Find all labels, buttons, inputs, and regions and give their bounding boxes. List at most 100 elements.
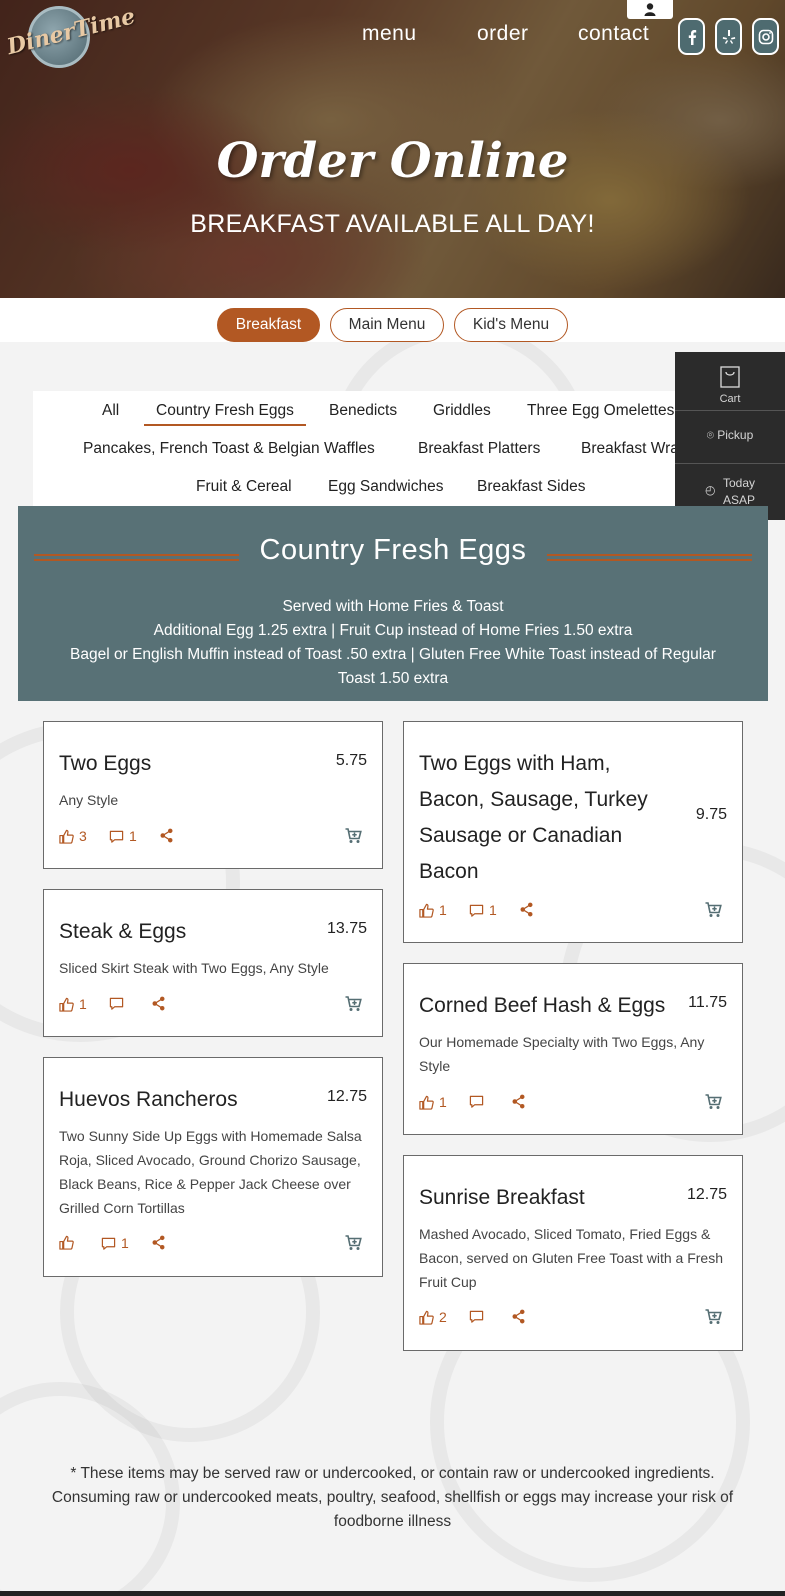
thumbs-up-icon — [59, 829, 74, 844]
menu-item-card[interactable]: Sunrise Breakfast 12.75 Mashed Avocado, … — [403, 1155, 743, 1351]
instagram-link[interactable] — [752, 18, 779, 55]
menu-item-card[interactable]: Huevos Rancheros 12.75 Two Sunny Side Up… — [43, 1057, 383, 1277]
category-all[interactable]: All — [102, 402, 119, 420]
like-button[interactable]: 1 — [59, 996, 87, 1012]
item-actions: 3 1 — [59, 828, 367, 848]
add-to-cart-icon — [705, 902, 722, 917]
thumbs-up-icon — [59, 997, 74, 1012]
time-button[interactable]: ◴ Today ASAP — [675, 476, 785, 507]
comment-icon — [109, 830, 124, 843]
comment-button[interactable] — [469, 1094, 489, 1109]
comment-button[interactable] — [469, 1309, 489, 1324]
comment-button[interactable]: 1 — [109, 828, 137, 844]
nav-contact-link[interactable]: contact — [578, 22, 649, 46]
share-button[interactable] — [511, 1309, 526, 1324]
shopping-bag-icon — [720, 366, 740, 388]
menu-type-breakfast[interactable]: Breakfast — [217, 308, 320, 342]
section-title: Country Fresh Eggs — [259, 534, 527, 566]
item-actions: 1 — [419, 1094, 727, 1114]
item-description: Our Homemade Specialty with Two Eggs, An… — [419, 1034, 705, 1074]
order-sidebar: Cart ⌾ Pickup ◴ Today ASAP — [675, 352, 785, 520]
add-to-cart-button[interactable] — [705, 1309, 722, 1330]
item-description: Mashed Avocado, Sliced Tomato, Fried Egg… — [419, 1226, 724, 1290]
item-name: Two Eggs with Ham, Bacon, Sausage, Turke… — [419, 752, 648, 883]
category-three-egg-omelettes[interactable]: Three Egg Omelettes — [527, 402, 674, 420]
add-to-cart-button[interactable] — [705, 902, 722, 923]
add-to-cart-button[interactable] — [345, 1235, 362, 1256]
category-breakfast-platters[interactable]: Breakfast Platters — [418, 440, 540, 458]
item-description: Sliced Skirt Steak with Two Eggs, Any St… — [59, 960, 329, 976]
like-count: 1 — [79, 996, 87, 1012]
raw-food-disclaimer: * These items may be served raw or under… — [51, 1465, 734, 1530]
item-actions: 1 — [59, 1235, 367, 1255]
category-fruit-cereal[interactable]: Fruit & Cereal — [196, 478, 292, 496]
pickup-label: Pickup — [717, 428, 754, 442]
like-button[interactable]: 3 — [59, 828, 87, 844]
facebook-icon — [688, 29, 696, 45]
category-country-fresh-eggs[interactable]: Country Fresh Eggs — [144, 402, 306, 426]
like-button[interactable]: 1 — [419, 1094, 447, 1110]
cart-label: Cart — [719, 393, 741, 405]
share-icon — [152, 1235, 165, 1250]
item-name: Huevos Rancheros — [59, 1088, 238, 1111]
clock-icon: ◴ — [704, 483, 716, 497]
account-button[interactable] — [627, 0, 673, 19]
menu-type-main-menu[interactable]: Main Menu — [330, 308, 444, 342]
category-breakfast-sides[interactable]: Breakfast Sides — [477, 478, 586, 496]
thumbs-up-icon — [419, 1095, 434, 1110]
facebook-link[interactable] — [678, 18, 705, 55]
comment-button[interactable] — [109, 996, 129, 1011]
category-nav: All Country Fresh Eggs Benedicts Griddle… — [33, 391, 690, 506]
nav-order-link[interactable]: order — [477, 22, 529, 46]
category-breakfast-wraps[interactable]: Breakfast Wraps — [581, 440, 690, 458]
category-griddles[interactable]: Griddles — [433, 402, 491, 420]
like-button[interactable]: 2 — [419, 1309, 447, 1325]
page-subtitle: BREAKFAST AVAILABLE ALL DAY! — [190, 210, 595, 238]
item-actions: 1 — [59, 996, 367, 1016]
category-pancakes[interactable]: Pancakes, French Toast & Belgian Waffles — [83, 440, 375, 458]
share-button[interactable] — [151, 1235, 166, 1250]
time-asap: ASAP — [722, 493, 755, 507]
item-description: Any Style — [59, 792, 119, 808]
add-to-cart-icon — [705, 1094, 722, 1109]
category-benedicts[interactable]: Benedicts — [329, 402, 397, 420]
yelp-link[interactable] — [715, 18, 742, 55]
menu-item-card[interactable]: Two Eggs 5.75 Any Style 3 1 — [43, 721, 383, 869]
share-button[interactable] — [511, 1094, 526, 1109]
comment-button[interactable]: 1 — [469, 902, 497, 918]
thumbs-up-icon — [419, 903, 434, 918]
panel-divider — [675, 410, 785, 411]
share-button[interactable] — [519, 902, 534, 917]
comment-icon — [469, 904, 484, 917]
hero-banner: DinerTime menu order contact Order Onlin… — [0, 0, 785, 298]
pickup-button[interactable]: ⌾ Pickup — [675, 428, 785, 443]
menu-item-card[interactable]: Corned Beef Hash & Eggs 11.75 Our Homema… — [403, 963, 743, 1135]
nav-menu-link[interactable]: menu — [362, 22, 417, 46]
item-price: 5.75 — [335, 752, 367, 769]
add-to-cart-button[interactable] — [345, 996, 362, 1017]
menu-type-kids-menu[interactable]: Kid's Menu — [454, 308, 568, 342]
like-count: 1 — [439, 902, 447, 918]
item-actions: 2 — [419, 1309, 727, 1329]
share-button[interactable] — [151, 996, 166, 1011]
comment-button[interactable]: 1 — [101, 1235, 129, 1251]
like-button[interactable]: 1 — [419, 902, 447, 918]
add-to-cart-button[interactable] — [345, 828, 362, 849]
share-icon — [512, 1094, 525, 1109]
menu-item-card[interactable]: Two Eggs with Ham, Bacon, Sausage, Turke… — [403, 721, 743, 943]
title-rule-right — [547, 554, 752, 561]
page-title: Order Online — [216, 133, 569, 189]
cart-button[interactable]: Cart — [675, 366, 785, 408]
share-button[interactable] — [159, 828, 174, 843]
comment-icon — [101, 1237, 116, 1250]
item-description: Two Sunny Side Up Eggs with Homemade Sal… — [59, 1128, 362, 1216]
location-pin-icon: ⌾ — [706, 428, 714, 442]
category-egg-sandwiches[interactable]: Egg Sandwiches — [328, 478, 443, 496]
like-button[interactable] — [59, 1235, 79, 1250]
add-to-cart-button[interactable] — [705, 1094, 722, 1115]
comment-icon — [469, 1310, 484, 1323]
diner-time-logo[interactable]: DinerTime — [4, 3, 138, 68]
section-header: Country Fresh Eggs Served with Home Frie… — [18, 506, 768, 701]
menu-item-card[interactable]: Steak & Eggs 13.75 Sliced Skirt Steak wi… — [43, 889, 383, 1037]
section-desc-line: Toast 1.50 extra — [337, 670, 449, 687]
